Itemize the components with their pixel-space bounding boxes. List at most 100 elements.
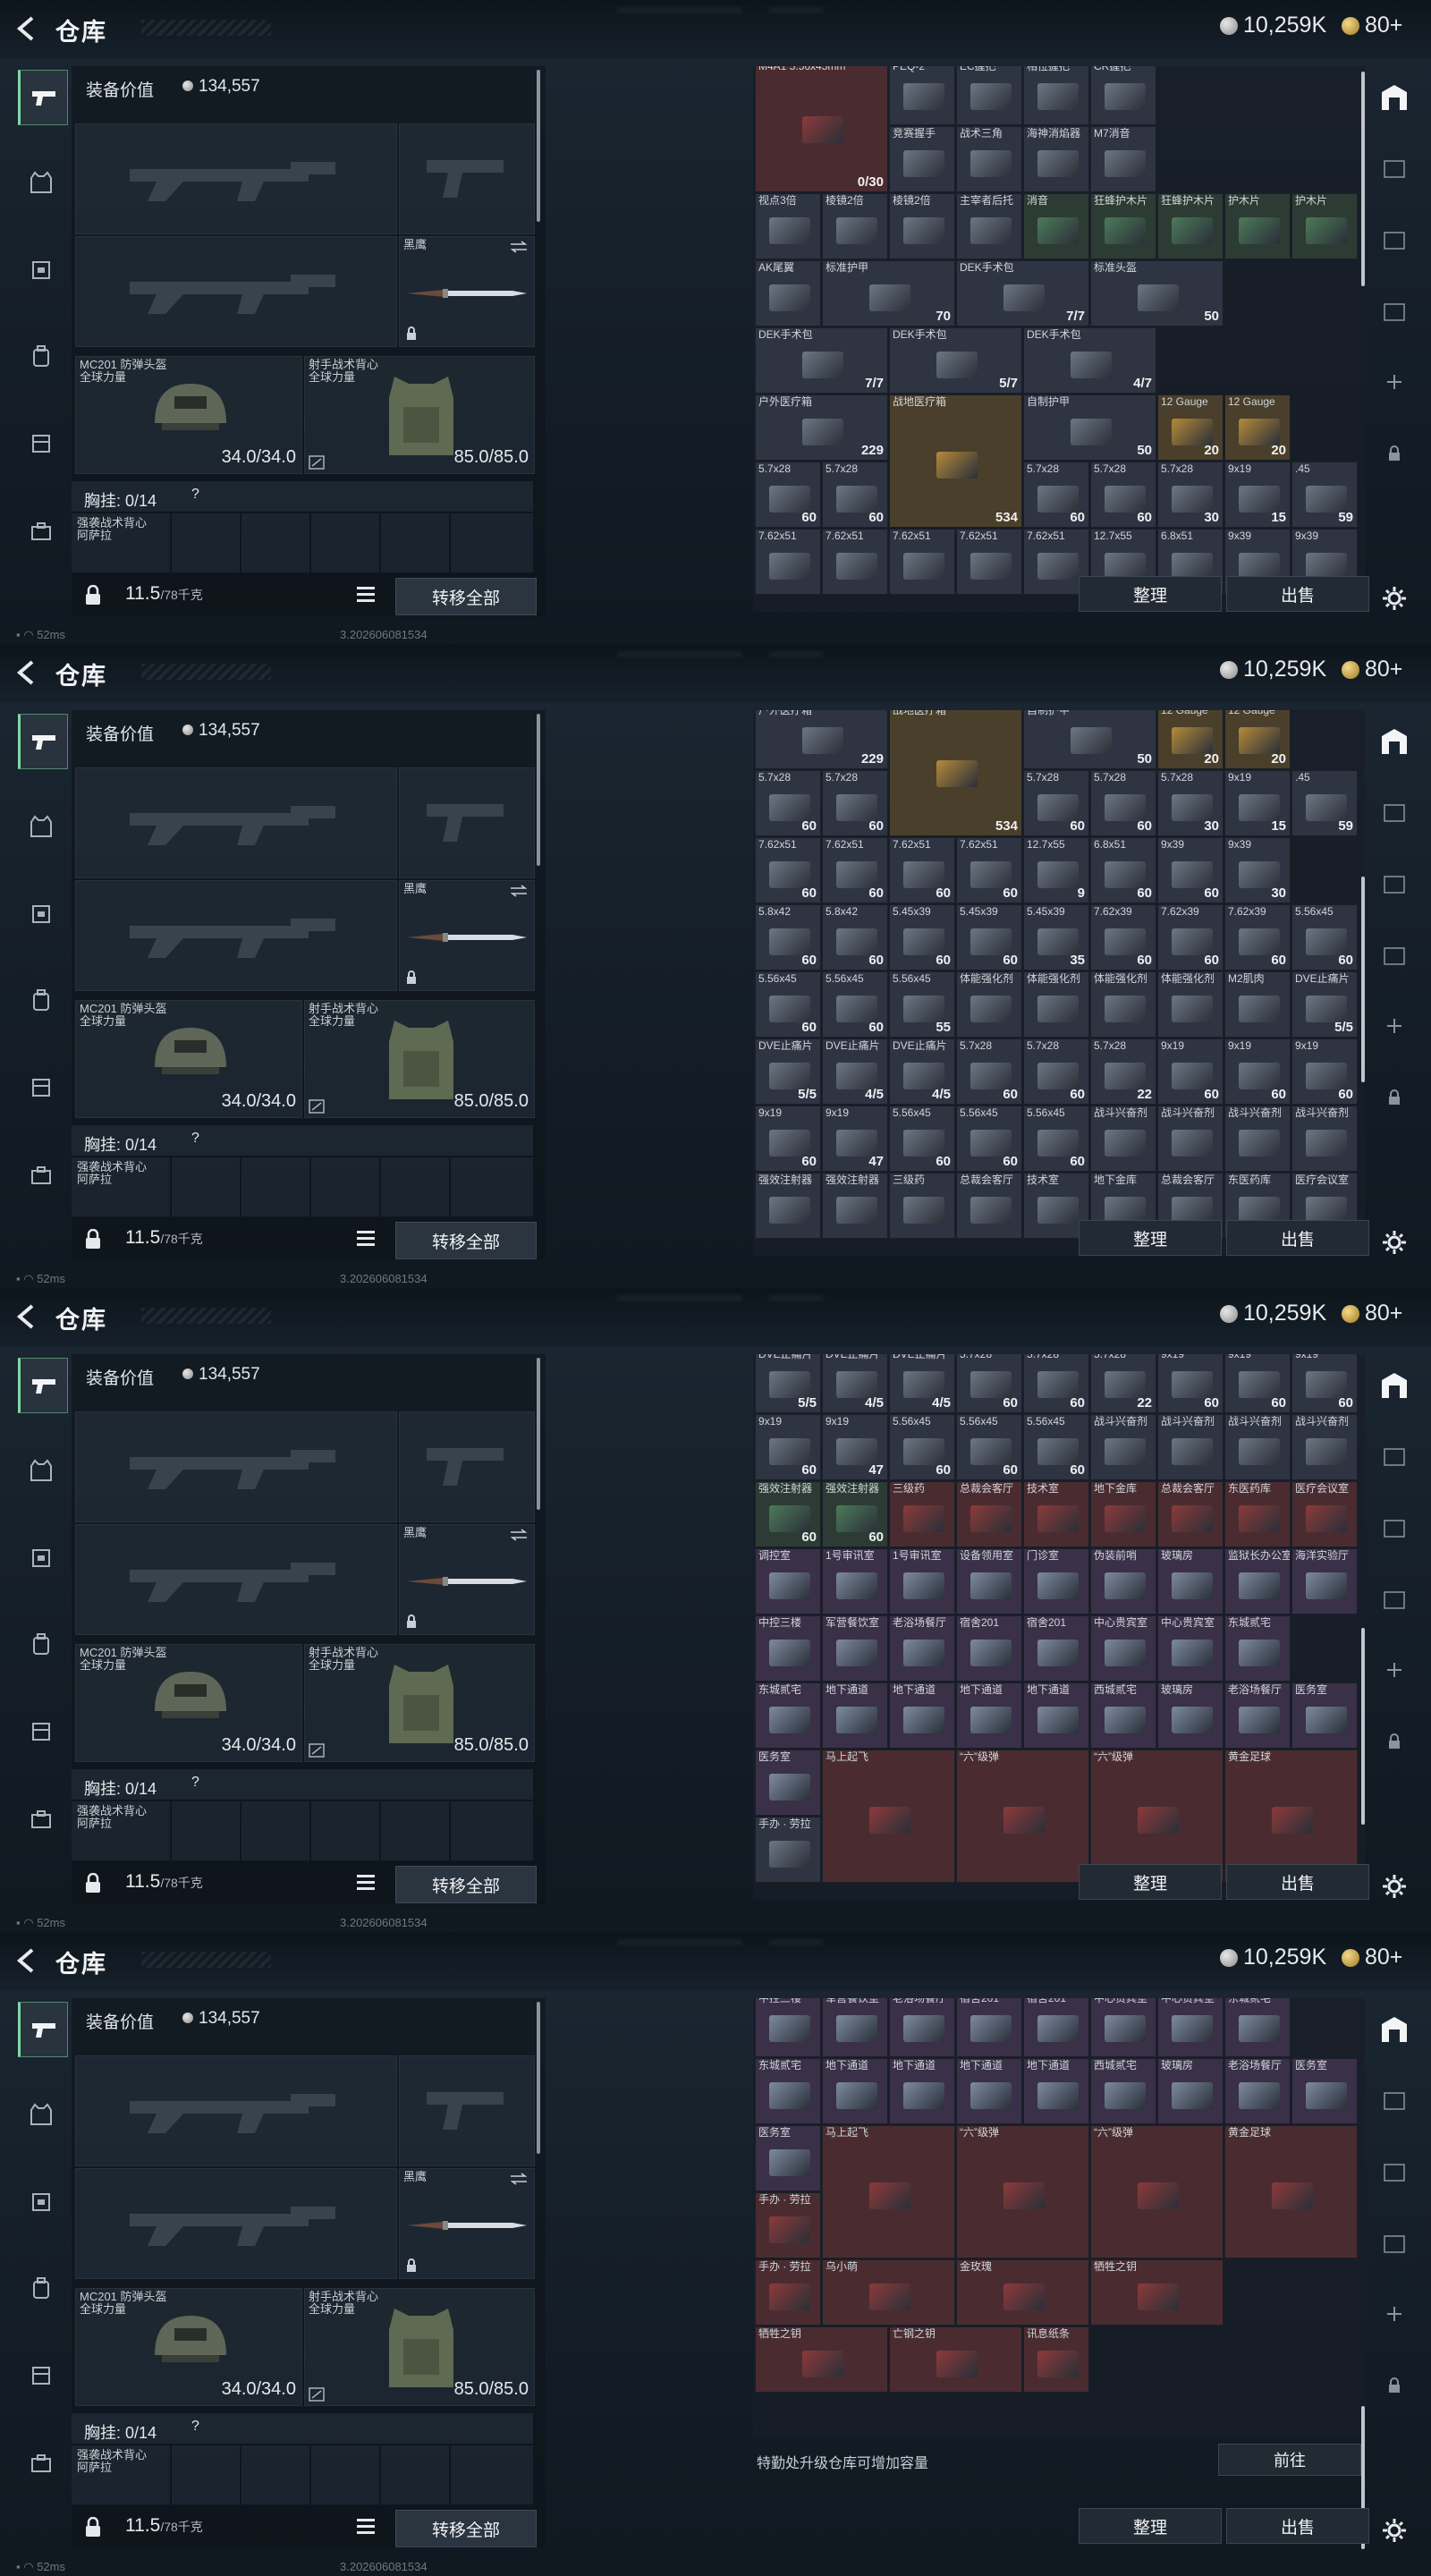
melee-slot[interactable]: 黑鹰 [399, 2168, 535, 2279]
swap-icon[interactable] [509, 1529, 529, 1541]
stash-item[interactable]: 7.62x51 60 [755, 837, 821, 903]
settings-button[interactable] [1374, 1866, 1415, 1907]
stash-item[interactable]: 体能强化剂 [1157, 971, 1224, 1038]
nav-rig[interactable] [18, 1531, 64, 1585]
gear-scrollbar[interactable] [537, 714, 540, 866]
stash-item[interactable]: 地下通道 [1023, 1682, 1089, 1749]
chest-rig-header[interactable]: 胸挂: 0/14 ? [72, 1125, 533, 1156]
melee-slot[interactable]: 黑鹰 [399, 880, 535, 991]
stash-item[interactable]: 视点3倍 [755, 193, 821, 259]
stash-item[interactable]: 玻璃房 [1157, 2058, 1224, 2124]
stash-item[interactable]: 三级药 [889, 1481, 955, 1547]
stash-item[interactable]: 宿舍201 [1023, 1615, 1089, 1682]
stash-item[interactable]: 强效注射器 60 [822, 1481, 888, 1547]
nav-case[interactable] [18, 1148, 64, 1202]
add-page-button[interactable] [1374, 2293, 1415, 2334]
stash-item[interactable]: “六”级弹 [1090, 1750, 1224, 1883]
stash-item[interactable]: 7.62x51 [755, 529, 821, 595]
stash-item[interactable]: 5.7x28 30 [1157, 462, 1224, 528]
stash-item[interactable]: 体能强化剂 [1090, 971, 1156, 1038]
stash-item[interactable]: CR握把 [1090, 66, 1156, 125]
tab-warehouse[interactable] [1374, 721, 1415, 762]
back-arrow-icon[interactable] [13, 1946, 41, 1975]
rig-slot[interactable] [172, 1801, 241, 1860]
stash-item[interactable]: 5.7x28 60 [1023, 1354, 1089, 1413]
rig-slot[interactable]: 强袭战术背心 阿萨拉 [72, 2445, 171, 2504]
stash-item[interactable]: 宿舍201 [1023, 1998, 1089, 2057]
stash-item[interactable]: 中控三楼 [755, 1998, 821, 2057]
help-icon[interactable]: ? [191, 487, 199, 503]
tab-page-2[interactable] [1374, 220, 1415, 261]
stash-item[interactable]: 中心贵宾室 [1090, 1998, 1156, 2057]
stash-item[interactable]: 9x19 60 [1224, 1354, 1291, 1413]
transfer-all-button[interactable]: 转移全部 [395, 578, 537, 615]
stash-item[interactable]: 9x19 60 [1291, 1354, 1358, 1413]
stash-item[interactable]: 1号审讯室 [889, 1548, 955, 1614]
tab-page-1[interactable] [1374, 1436, 1415, 1478]
rig-slot[interactable] [311, 2445, 380, 2504]
help-icon[interactable]: ? [191, 1131, 199, 1147]
stash-item[interactable]: 主宰者后托 [956, 193, 1022, 259]
tab-page-2[interactable] [1374, 2152, 1415, 2193]
back-arrow-icon[interactable] [13, 1302, 41, 1331]
rig-slot[interactable] [451, 1157, 534, 1216]
nav-case[interactable] [18, 504, 64, 558]
nav-armor[interactable] [18, 156, 64, 209]
stash-item[interactable]: 玻璃房 [1157, 1548, 1224, 1614]
tab-page-3[interactable] [1374, 1580, 1415, 1621]
stash-item[interactable]: 6.8x51 60 [1090, 837, 1156, 903]
stash-item[interactable]: 5.56x45 60 [889, 1106, 955, 1172]
stash-item[interactable]: 老浴场餐厅 [1224, 1682, 1291, 1749]
settings-button[interactable] [1374, 578, 1415, 619]
stash-item[interactable]: 军营餐饮室 [822, 1998, 888, 2057]
silver-currency[interactable]: 10,259K [1220, 1945, 1326, 1970]
stash-item[interactable]: 手办 · 劳拉 [755, 2259, 821, 2326]
stash-item[interactable]: 9x19 47 [822, 1106, 888, 1172]
stash-item[interactable]: .45 59 [1291, 462, 1358, 528]
stash-item[interactable]: 宿舍201 [956, 1615, 1022, 1682]
rig-slot[interactable]: 强袭战术背心 阿萨拉 [72, 513, 171, 572]
transfer-all-button[interactable]: 转移全部 [395, 1222, 537, 1259]
stash-item[interactable]: 5.56x45 60 [1023, 1414, 1089, 1480]
nav-rig[interactable] [18, 887, 64, 941]
stash-item[interactable]: 护木片 [1224, 193, 1291, 259]
stash-item[interactable]: 调控室 [755, 1548, 821, 1614]
stash-item[interactable]: 地下通道 [889, 2058, 955, 2124]
stash-item[interactable]: 5.7x28 60 [956, 1038, 1022, 1105]
stash-item[interactable]: 东医药库 [1224, 1481, 1291, 1547]
stash-item[interactable]: 自制护甲 50 [1023, 710, 1156, 769]
stash-item[interactable]: 标准护甲 70 [822, 260, 955, 326]
stash-item[interactable]: 5.56x45 60 [956, 1414, 1022, 1480]
stash-item[interactable]: 5.7x28 60 [755, 770, 821, 836]
stash-item[interactable]: 5.56x45 55 [889, 971, 955, 1038]
stash-item[interactable]: 黄金足球 [1224, 1750, 1358, 1883]
locked-page[interactable] [1374, 1721, 1415, 1762]
stash-item[interactable]: “六”级弹 [956, 1750, 1089, 1883]
stash-item[interactable]: 12 Gauge 20 [1224, 394, 1291, 461]
locked-page[interactable] [1374, 2365, 1415, 2406]
stash-item[interactable]: DEK手术包 4/7 [1023, 327, 1156, 394]
stash-item[interactable]: 地下通道 [822, 1682, 888, 1749]
rig-slot[interactable] [311, 1157, 380, 1216]
help-icon[interactable]: ? [191, 1775, 199, 1791]
stash-item[interactable]: 总裁会客厅 [956, 1481, 1022, 1547]
sell-button[interactable]: 出售 [1226, 2508, 1369, 2544]
stash-item[interactable]: 9x19 60 [1157, 1354, 1224, 1413]
chest-rig-header[interactable]: 胸挂: 0/14 ? [72, 1769, 533, 1800]
goto-button[interactable]: 前往 [1218, 2444, 1361, 2476]
stash-item[interactable]: 马上起飞 [822, 1750, 955, 1883]
sell-button[interactable]: 出售 [1226, 1864, 1369, 1900]
helmet-slot[interactable]: MC201 防弹头盔 全球力量 34.0/34.0 [75, 1644, 302, 1762]
stash-item[interactable]: 7.62x51 [889, 529, 955, 595]
nav-case[interactable] [18, 1792, 64, 1846]
tab-page-1[interactable] [1374, 2080, 1415, 2122]
stash-item[interactable]: 战斗兴奋剂 [1090, 1106, 1156, 1172]
stash-item[interactable]: 黄金足球 [1224, 2125, 1358, 2258]
stash-item[interactable]: 5.45x39 60 [889, 904, 955, 970]
settings-button[interactable] [1374, 1222, 1415, 1263]
stash-item[interactable]: 5.7x28 60 [822, 462, 888, 528]
gear-scrollbar[interactable] [537, 1358, 540, 1510]
stash-item[interactable]: M2肌肉 [1224, 971, 1291, 1038]
stash-item[interactable]: 西城贰宅 [1090, 2058, 1156, 2124]
weight-lock-icon[interactable] [84, 1873, 102, 1894]
